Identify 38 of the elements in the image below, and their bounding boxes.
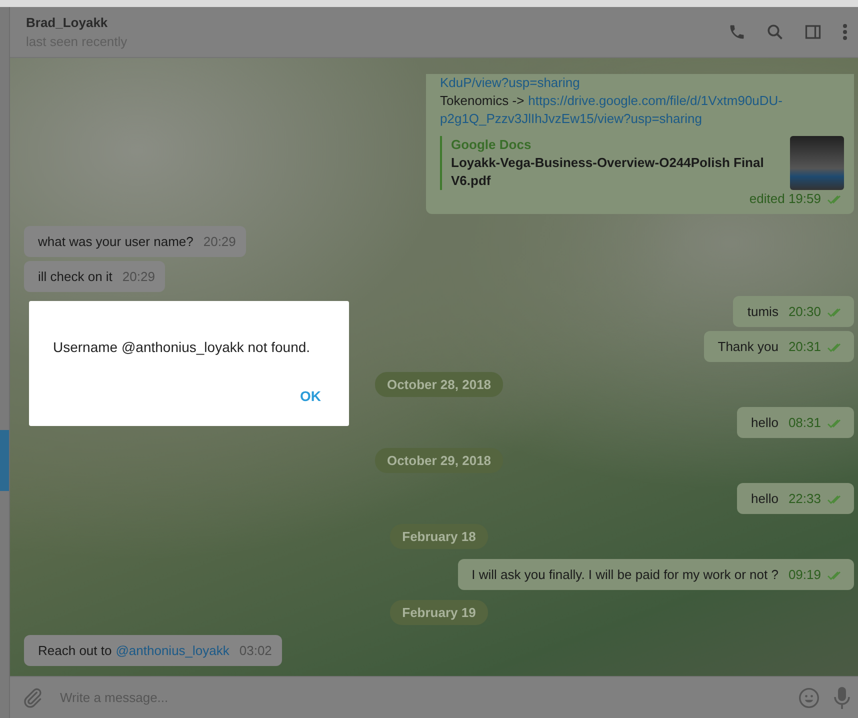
message-text: tumis	[747, 303, 778, 321]
message-text: Thank you	[718, 338, 778, 356]
message-text: hello	[750, 414, 778, 432]
document-thumbnail	[790, 136, 844, 190]
selected-chat-highlight	[0, 430, 9, 491]
preview-site: Google Docs	[451, 136, 532, 154]
date-separator: February 19	[390, 600, 488, 625]
message-link[interactable]: KduP/view?usp=sharing	[440, 74, 580, 92]
message-text: ill check on it	[38, 268, 112, 286]
message-text: Reach out to	[38, 642, 112, 660]
ok-button[interactable]: OK	[296, 386, 325, 406]
message-text: Tokenomics ->	[440, 92, 524, 110]
message-text: I will ask you finally. I will be paid for my work or not ?	[472, 566, 778, 584]
microphone-icon[interactable]	[834, 686, 850, 710]
message-link[interactable]: https://drive.google.com/file/d/1Vxtm90uDU-	[528, 92, 783, 110]
side-panel-icon[interactable]	[804, 23, 822, 41]
date-separator: February 18	[390, 524, 488, 549]
dialog-message: Username @anthonius_loyakk not found.	[53, 339, 312, 355]
date-separator: October 29, 2018	[374, 448, 504, 473]
link-preview[interactable]: Google Docs Loyakk-Vega-Business-Overview-O244Polish Final V6.pdf	[440, 136, 844, 190]
message-text: what was your user name?	[38, 233, 194, 251]
preview-title: Loyakk-Vega-Business-Overview-O244Polish Final V6.pdf	[451, 154, 765, 190]
contact-name: Brad_Loyakk	[26, 15, 109, 30]
more-icon[interactable]	[842, 23, 848, 41]
message-time: 09:19	[788, 566, 821, 584]
date-separator: October 28, 2018	[374, 372, 504, 397]
message-link[interactable]: p2g1Q_Pzzv3JlIhJvzEw15/view?usp=sharing	[440, 110, 702, 128]
message-time: 20:31	[788, 338, 821, 356]
message-time: 22:33	[788, 490, 821, 508]
message-text: hello	[750, 490, 778, 508]
phone-icon[interactable]	[728, 23, 746, 41]
emoji-icon[interactable]	[798, 686, 820, 708]
paperclip-icon[interactable]	[22, 686, 44, 708]
search-icon[interactable]	[766, 23, 784, 41]
message-time: 20:30	[788, 303, 821, 321]
message-link[interactable]: @anthonius_loyakk	[116, 642, 230, 660]
message-time: 08:31	[788, 414, 821, 432]
message-time: edited 19:59	[749, 190, 821, 208]
